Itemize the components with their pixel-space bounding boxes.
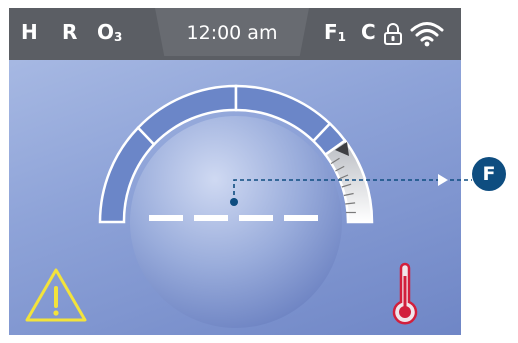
callout-label: F [472, 157, 506, 191]
callout-leader [230, 174, 472, 206]
